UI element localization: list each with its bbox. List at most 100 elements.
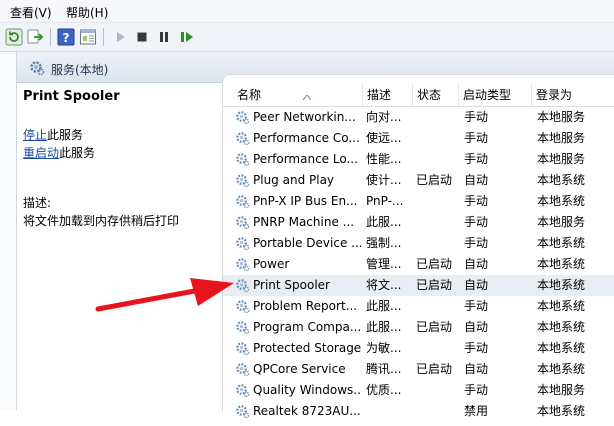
service-description-cell: 为敏... <box>366 341 402 355</box>
service-startup-cell: 自动 <box>464 173 489 187</box>
service-name-cell: Peer Networkin... <box>253 110 356 124</box>
service-status-cell <box>416 380 457 401</box>
services-list: 名称 描述 状态 启动类型 登录为 Peer Networkin... 向对...… <box>222 74 614 419</box>
service-row[interactable]: Peer Networkin... 向对... 手动 本地服务 <box>223 107 614 128</box>
pause-icon[interactable] <box>155 28 173 46</box>
restart-action: 重启动此服务 <box>23 144 95 161</box>
service-status-cell <box>416 296 457 317</box>
service-row[interactable]: Portable Device ... 强制... 手动 本地系统 <box>223 233 614 254</box>
service-startup-cell: 手动 <box>464 215 489 229</box>
service-logon-cell: 本地服务 <box>537 110 586 124</box>
service-status-cell: 已启动 <box>416 362 453 376</box>
service-description-cell: 性能... <box>366 152 402 166</box>
service-description-cell: 此服... <box>366 299 402 313</box>
service-startup-cell: 自动 <box>464 257 489 271</box>
service-logon-cell: 本地服务 <box>537 383 586 397</box>
service-logon-cell: 本地系统 <box>537 404 586 418</box>
service-logon-cell: 本地系统 <box>537 341 586 355</box>
panel-title: 服务(本地) <box>51 63 109 77</box>
service-status-cell: 已启动 <box>416 320 453 334</box>
restart-icon[interactable] <box>177 28 195 46</box>
service-name-cell: Protected Storage <box>253 341 361 355</box>
svg-text:?: ? <box>63 31 70 45</box>
service-description-cell: 强制... <box>366 236 402 250</box>
menu-help[interactable]: 帮助(H) <box>66 4 108 21</box>
service-startup-cell: 自动 <box>464 320 489 334</box>
service-name-cell: Print Spooler <box>253 278 330 292</box>
column-startup-type[interactable]: 启动类型 <box>459 84 532 106</box>
service-status-cell <box>416 233 457 254</box>
column-description[interactable]: 描述 <box>363 84 413 106</box>
service-row[interactable]: Realtek 8723AU... 禁用 本地系统 <box>223 401 614 422</box>
column-status[interactable]: 状态 <box>413 84 459 106</box>
service-name-cell: Plug and Play <box>253 173 335 187</box>
service-row[interactable]: Program Compa... 此服... 已启动 自动 本地系统 <box>223 317 614 338</box>
service-startup-cell: 手动 <box>464 131 489 145</box>
service-logon-cell: 本地系统 <box>537 299 586 313</box>
service-logon-cell: 本地系统 <box>537 320 586 334</box>
service-name-cell: Portable Device ... <box>253 236 361 250</box>
restart-service-link[interactable]: 重启动 <box>23 146 59 160</box>
service-status-cell <box>416 212 457 233</box>
toolbar-separator <box>103 28 104 46</box>
service-description-cell: 此服... <box>366 320 402 334</box>
service-status-cell <box>416 338 457 359</box>
column-logon-as[interactable]: 登录为 <box>532 84 614 106</box>
column-name-label: 名称 <box>237 88 262 102</box>
refresh-icon[interactable] <box>5 28 23 46</box>
service-row[interactable]: Performance Co... 使远... 手动 本地服务 <box>223 128 614 149</box>
description-text: 将文件加载到内存供稍后打印 <box>23 214 180 228</box>
service-description-cell: 优质... <box>366 383 402 397</box>
service-logon-cell: 本地系统 <box>537 236 586 250</box>
menu-view[interactable]: 查看(V) <box>10 4 52 21</box>
service-row[interactable]: Power 管理... 已启动 自动 本地系统 <box>223 254 614 275</box>
service-row[interactable]: Performance Lo... 性能... 手动 本地服务 <box>223 149 614 170</box>
properties-icon[interactable] <box>79 28 97 46</box>
service-description-cell: 使远... <box>366 131 402 145</box>
column-name[interactable]: 名称 <box>233 84 363 106</box>
selected-service-name: Print Spooler <box>23 89 120 104</box>
service-row[interactable]: Quality Windows... 优质... 手动 本地服务 <box>223 380 614 401</box>
service-logon-cell: 本地系统 <box>537 257 586 271</box>
service-status-cell <box>416 191 457 212</box>
services-gear-icon <box>29 60 45 79</box>
service-row[interactable]: Plug and Play 使计... 已启动 自动 本地系统 <box>223 170 614 191</box>
menu-bar: 查看(V) 帮助(H) <box>0 0 614 23</box>
service-gear-icon <box>235 404 250 426</box>
service-name-cell: Performance Co... <box>253 131 360 145</box>
service-row[interactable]: PnP-X IP Bus En... PnP-... 手动 本地系统 <box>223 191 614 212</box>
service-status-cell <box>416 107 457 128</box>
service-name-cell: Realtek 8723AU... <box>253 404 361 418</box>
service-row[interactable]: Protected Storage 为敏... 手动 本地系统 <box>223 338 614 359</box>
service-row[interactable]: QPCore Service 腾讯... 已启动 自动 本地系统 <box>223 359 614 380</box>
stop-icon[interactable] <box>133 28 151 46</box>
toolbar: ? <box>0 23 614 52</box>
service-logon-cell: 本地系统 <box>537 362 586 376</box>
restart-suffix: 此服务 <box>59 146 96 160</box>
service-description-cell: PnP-... <box>366 194 404 208</box>
service-logon-cell: 本地系统 <box>537 173 586 187</box>
service-startup-cell: 禁用 <box>464 404 489 418</box>
service-row[interactable]: Print Spooler 将文... 已启动 自动 本地系统 <box>223 275 614 296</box>
service-status-cell <box>416 128 457 149</box>
service-startup-cell: 手动 <box>464 152 489 166</box>
play-icon[interactable] <box>111 28 129 46</box>
service-startup-cell: 手动 <box>464 341 489 355</box>
stop-suffix: 此服务 <box>47 128 84 142</box>
service-logon-cell: 本地系统 <box>537 278 586 292</box>
red-arrow-annotation <box>95 278 234 312</box>
service-row[interactable]: PNRP Machine ... 此服... 手动 本地服务 <box>223 212 614 233</box>
export-icon[interactable] <box>26 28 44 46</box>
service-row[interactable]: Problem Report... 此服... 手动 本地系统 <box>223 296 614 317</box>
help-icon[interactable]: ? <box>57 28 75 46</box>
service-name-cell: Problem Report... <box>253 299 358 313</box>
stop-service-link[interactable]: 停止 <box>23 128 47 142</box>
service-detail-pane: Print Spooler 停止此服务 重启动此服务 描述: 将文件加载到内存供… <box>17 83 221 410</box>
service-startup-cell: 自动 <box>464 278 489 292</box>
service-startup-cell: 手动 <box>464 383 489 397</box>
service-name-cell: Power <box>253 257 290 271</box>
service-startup-cell: 自动 <box>464 362 489 376</box>
toolbar-separator <box>50 28 51 46</box>
service-rows: Peer Networkin... 向对... 手动 本地服务 Performance … <box>223 107 614 422</box>
service-name-cell: PnP-X IP Bus En... <box>253 194 358 208</box>
